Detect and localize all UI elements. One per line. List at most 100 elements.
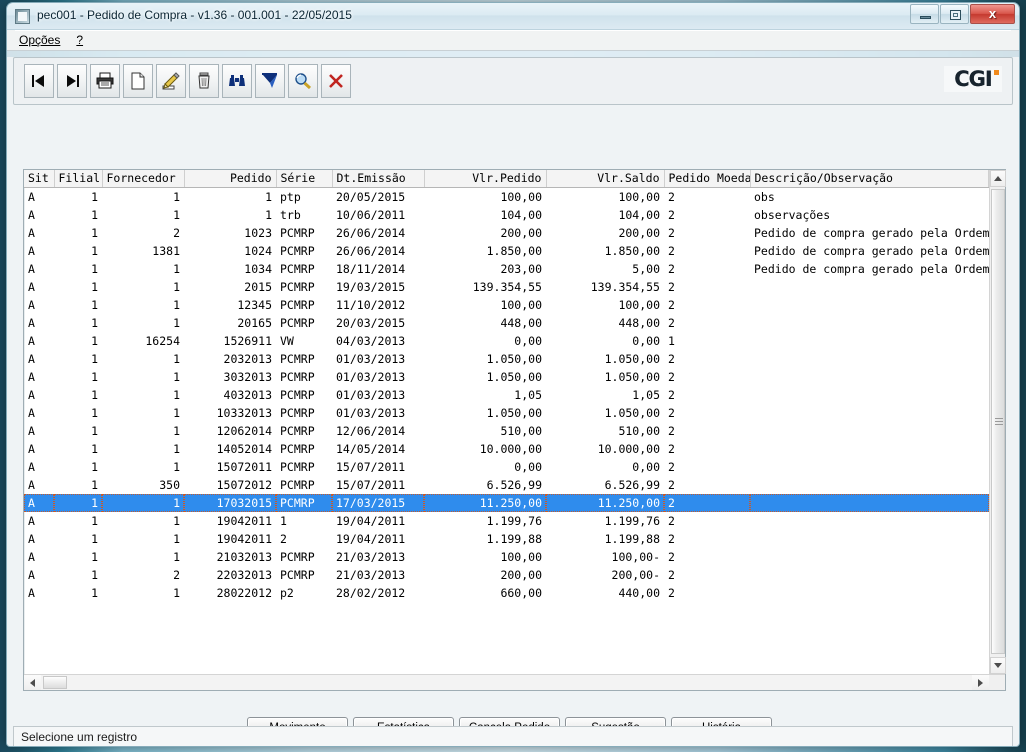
table-header-row: Sit Filial Fornecedor Pedido Série Dt.Em… xyxy=(24,170,989,188)
filter-button[interactable] xyxy=(255,64,285,98)
cell-vlrp: 1.199,76 xyxy=(486,514,542,528)
first-record-button[interactable] xyxy=(24,64,54,98)
table-row[interactable]: A 1 2 22032013 PCMRP 21/03/2013 200,00 200,00- 2 xyxy=(24,566,989,584)
scroll-left-button[interactable] xyxy=(24,675,41,690)
table-row[interactable]: A 1 1 1 ptp 20/05/2015 100,00 100,00 2 obs xyxy=(24,188,989,207)
table-body: A 1 1 1 ptp 20/05/2015 100,00 100,00 2 obs A 1 1 1 trb… xyxy=(24,188,989,603)
table-row[interactable]: A 1 1 2015 PCMRP 19/03/2015 139.354,55 139.354,… xyxy=(24,278,989,296)
cell-filial: 1 xyxy=(91,568,98,582)
cell-vlrs: 1.850,00 xyxy=(604,244,660,258)
menu-item-opcoes[interactable]: Opções xyxy=(19,33,60,47)
table-row[interactable]: A 1 1 1 trb 10/06/2011 104,00 104,00 2 observaçõe… xyxy=(24,206,989,224)
cell-filial: 1 xyxy=(91,586,98,600)
cell-forn: 1 xyxy=(173,442,180,456)
column-header-sit[interactable]: Sit xyxy=(24,170,55,188)
cell-serie: PCMRP xyxy=(280,280,315,294)
cell-filial: 1 xyxy=(91,550,98,564)
table-row[interactable]: A 1 1 1034 PCMRP 18/11/2014 203,00 5,00 2 Pedido … xyxy=(24,260,989,278)
grid-vertical-scrollbar[interactable] xyxy=(989,170,1006,674)
cell-vlrs: 1.050,00 xyxy=(604,406,660,420)
column-header-serie[interactable]: Série xyxy=(276,170,333,188)
chevron-down-icon xyxy=(994,663,1002,668)
cell-sit: A xyxy=(28,334,35,348)
table-row[interactable]: A 1 1 15072011 PCMRP 15/07/2011 0,00 0,00 2 xyxy=(24,458,989,476)
minimize-button[interactable] xyxy=(910,4,939,24)
cell-filial: 1 xyxy=(91,370,98,384)
column-header-pedido-moeda[interactable]: Pedido Moeda xyxy=(664,170,751,188)
table-row[interactable]: A 1 1 4032013 PCMRP 01/03/2013 1,05 1,05 2 xyxy=(24,386,989,404)
title-bar: pec001 - Pedido de Compra - v1.36 - 001.… xyxy=(7,3,1019,30)
column-header-fornecedor[interactable]: Fornecedor xyxy=(102,170,185,188)
cell-serie: PCMRP xyxy=(280,316,315,330)
new-button[interactable] xyxy=(123,64,153,98)
cell-pmoeda: 2 xyxy=(668,352,675,366)
cell-vlrp: 11.250,00 xyxy=(424,494,546,512)
column-header-pedido[interactable]: Pedido xyxy=(184,170,277,188)
table-row[interactable]: A 1 1 12345 PCMRP 11/10/2012 100,00 100,00 2 xyxy=(24,296,989,314)
cell-dt: 26/06/2014 xyxy=(336,226,406,240)
table-row[interactable]: A 1 1 19042011 1 19/04/2011 1.199,76 1.199,76 2 xyxy=(24,512,989,530)
maximize-button[interactable] xyxy=(940,4,969,24)
table-row[interactable]: A 1 1381 1024 PCMRP 26/06/2014 1.850,00 1.850,0… xyxy=(24,242,989,260)
cell-dt: 19/04/2011 xyxy=(336,532,406,546)
table-row[interactable]: A 1 1 10332013 PCMRP 01/03/2013 1.050,00 1.050,… xyxy=(24,404,989,422)
grid-horizontal-scrollbar[interactable] xyxy=(24,674,1005,690)
cell-vlrp: 104,00 xyxy=(500,208,542,222)
table-header: Sit Filial Fornecedor Pedido Série Dt.Em… xyxy=(24,170,989,188)
scroll-right-button[interactable] xyxy=(972,675,989,690)
table-row[interactable]: A 1 1 14052014 PCMRP 14/05/2014 10.000,00 10.00… xyxy=(24,440,989,458)
table-row[interactable]: A 1 1 2032013 PCMRP 01/03/2013 1.050,00 1.050,0… xyxy=(24,350,989,368)
cell-forn: 1 xyxy=(173,298,180,312)
cell-serie: PCMRP xyxy=(280,262,315,276)
table-row[interactable]: A 1 1 28022012 p2 28/02/2012 660,00 440,00 2 xyxy=(24,584,989,602)
cell-desc xyxy=(750,530,989,548)
find-button[interactable] xyxy=(222,64,252,98)
scroll-down-button[interactable] xyxy=(990,657,1006,674)
cell-vlrp: 200,00 xyxy=(500,568,542,582)
zoom-button[interactable] xyxy=(288,64,318,98)
delete-button[interactable] xyxy=(189,64,219,98)
column-header-filial[interactable]: Filial xyxy=(54,170,103,188)
scroll-up-button[interactable] xyxy=(990,170,1006,187)
printer-icon xyxy=(96,72,114,89)
cell-desc xyxy=(750,458,989,476)
horizontal-scrollbar-thumb[interactable] xyxy=(43,676,67,689)
table-row[interactable]: A 1 1 20165 PCMRP 20/03/2015 448,00 448,00 2 xyxy=(24,314,989,332)
cell-serie: 2 xyxy=(280,532,287,546)
edit-button[interactable] xyxy=(156,64,186,98)
cell-dt: 17/03/2015 xyxy=(332,494,424,512)
table-row[interactable]: A 1 1 19042011 2 19/04/2011 1.199,88 1.199,88 2 xyxy=(24,530,989,548)
table-row[interactable]: A 1 1 17032015 PCMRP 17/03/2015 11.250,00 11.25… xyxy=(24,494,989,512)
cell-pmoeda: 2 xyxy=(668,388,675,402)
table-row[interactable]: A 1 2 1023 PCMRP 26/06/2014 200,00 200,00 2 Pedid… xyxy=(24,224,989,242)
table-row[interactable]: A 1 350 15072012 PCMRP 15/07/2011 6.526,99 6.52… xyxy=(24,476,989,494)
table-row[interactable]: A 1 16254 1526911 VW 04/03/2013 0,00 0,00 1 xyxy=(24,332,989,350)
scrollbar-corner xyxy=(989,675,1005,690)
cell-vlrs: 440,00 xyxy=(618,586,660,600)
next-record-button[interactable] xyxy=(57,64,87,98)
close-button[interactable]: x xyxy=(970,4,1015,24)
cell-pedido: 1526911 xyxy=(223,334,272,348)
menu-item-help[interactable]: ? xyxy=(76,33,83,47)
skip-to-next-icon xyxy=(67,75,79,87)
cell-sit: A xyxy=(28,280,35,294)
cell-sit: A xyxy=(28,514,35,528)
cell-pmoeda: 2 xyxy=(668,370,675,384)
table-row[interactable]: A 1 1 12062014 PCMRP 12/06/2014 510,00 510,00 2 xyxy=(24,422,989,440)
cell-dt: 10/06/2011 xyxy=(336,208,406,222)
column-header-vlr-saldo[interactable]: Vlr.Saldo xyxy=(546,170,665,188)
vertical-scrollbar-thumb[interactable] xyxy=(991,189,1005,654)
cancel-button[interactable] xyxy=(321,64,351,98)
table-row[interactable]: A 1 1 21032013 PCMRP 21/03/2013 100,00 100,00- 2 xyxy=(24,548,989,566)
column-header-dt-emissao[interactable]: Dt.Emissão xyxy=(332,170,425,188)
column-header-vlr-pedido[interactable]: Vlr.Pedido xyxy=(424,170,547,188)
column-header-descricao[interactable]: Descrição/Observação xyxy=(750,170,989,188)
cell-vlrp: 1.050,00 xyxy=(486,370,542,384)
cell-filial: 1 xyxy=(91,316,98,330)
cell-forn: 1 xyxy=(173,280,180,294)
table-row[interactable]: A 1 1 3032013 PCMRP 01/03/2013 1.050,00 1.050,0… xyxy=(24,368,989,386)
cell-serie: trb xyxy=(280,208,301,222)
print-button[interactable] xyxy=(90,64,120,98)
cell-sit: A xyxy=(28,190,35,204)
cell-forn: 2 xyxy=(173,226,180,240)
